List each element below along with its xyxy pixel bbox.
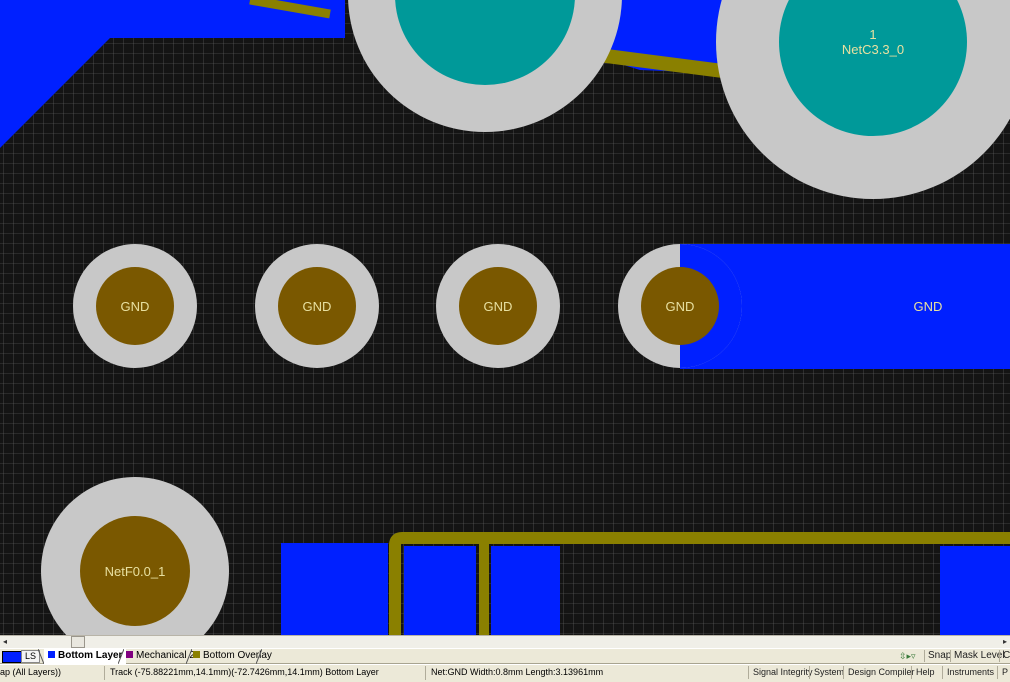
pad-gnd-4-label: GND: [666, 299, 695, 314]
pad-gnd-2-label: GND: [303, 299, 332, 314]
tab-bottom-overlay[interactable]: Bottom Overlay: [189, 649, 276, 664]
panel-instruments[interactable]: Instruments: [942, 666, 998, 679]
pad-gnd-3-label: GND: [484, 299, 513, 314]
swatch-mechanical-2: [126, 651, 133, 658]
layer-tab-bar: LS Bottom Layer Mechanical 2 Bottom Over…: [0, 648, 1010, 664]
pcb-view[interactable]: 1 NetC3.3_0 GND GND GND GND GND NetF0.0_…: [0, 0, 1010, 635]
pcb-canvas[interactable]: 1 NetC3.3_0 GND GND GND GND GND NetF0.0_…: [0, 0, 1010, 635]
status-mode: ap (All Layers)): [0, 667, 62, 677]
status-divider: [425, 666, 426, 680]
clear-button[interactable]: C: [999, 650, 1010, 662]
panel-signal-integrity[interactable]: Signal Integrity: [748, 666, 817, 679]
copper-rect-1[interactable]: [281, 543, 388, 635]
status-track-info: Track (-75.88221mm,14.1mm)(-72.7426mm,14…: [110, 667, 379, 677]
swatch-bottom-overlay: [193, 651, 200, 658]
pad-netc33-number: 1: [869, 27, 876, 42]
gnd-track-label: GND: [914, 299, 943, 314]
copper-rect-3[interactable]: [491, 546, 560, 635]
copper-rect-2[interactable]: [404, 546, 476, 635]
pad-gnd-1-label: GND: [121, 299, 150, 314]
horizontal-scrollbar[interactable]: ◂ ▸: [0, 635, 1010, 648]
current-layer-swatch[interactable]: [2, 651, 22, 663]
pad-netc33-net: NetC3.3_0: [842, 42, 904, 57]
panel-help[interactable]: Help: [911, 666, 939, 679]
status-net-info: Net:GND Width:0.8mm Length:3.13961mm: [431, 667, 604, 677]
layer-nav-icon[interactable]: ⇳▸▿: [896, 650, 919, 662]
scroll-left-icon[interactable]: ◂: [0, 636, 10, 648]
tab-bottom-layer[interactable]: Bottom Layer: [44, 649, 127, 664]
scroll-right-icon[interactable]: ▸: [1000, 636, 1010, 648]
status-bar: ap (All Layers)) Track (-75.88221mm,14.1…: [0, 664, 1010, 682]
panel-p[interactable]: P: [997, 666, 1010, 679]
copper-rect-4[interactable]: [940, 546, 1010, 635]
pad-netf00-label: NetF0.0_1: [105, 564, 166, 579]
tab-label: Bottom Layer: [58, 650, 123, 661]
scroll-thumb[interactable]: [71, 636, 85, 648]
panel-design-compiler[interactable]: Design Compiler: [843, 666, 919, 679]
status-divider: [104, 666, 105, 680]
swatch-bottom-layer: [48, 651, 55, 658]
tab-divider: [256, 649, 262, 664]
